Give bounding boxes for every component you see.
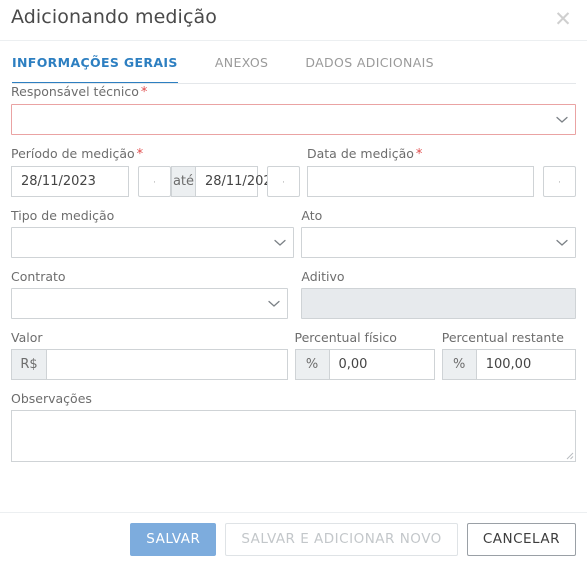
save-and-add-new-button: SALVAR E ADICIONAR NOVO (225, 522, 458, 556)
tipo-medicao-select[interactable] (11, 227, 295, 258)
row-observacoes: Observações (11, 391, 576, 462)
required-asterisk: * (136, 147, 144, 162)
valor-inputs: R$ (11, 349, 288, 380)
tipo-medicao-value[interactable] (11, 227, 295, 258)
contrato-select[interactable] (11, 288, 288, 319)
ato-label: Ato (301, 208, 323, 223)
percentual-fisico-label: Percentual físico (294, 330, 397, 345)
ato-select[interactable] (301, 227, 576, 258)
valor-group: Valor R$ (11, 330, 288, 380)
tab-informacoes-gerais[interactable]: INFORMAÇÕES GERAIS (12, 41, 178, 84)
percentual-restante-label: Percentual restante (441, 330, 564, 345)
responsavel-tecnico-select[interactable] (11, 104, 576, 135)
responsavel-tecnico-label: Responsável técnico * (11, 84, 576, 100)
data-medicao-inputs (307, 166, 576, 197)
tipo-medicao-label: Tipo de medição (11, 208, 115, 223)
periodo-medicao-group: Período de medição * 28/11/2023 até 28/11… (11, 146, 300, 197)
percentual-fisico-inputs: % 0,00 (294, 349, 435, 380)
responsavel-tecnico-value[interactable] (11, 104, 576, 135)
row-valor-percentuais: Valor R$ Percentual físico % 0,00 Percen… (11, 330, 576, 380)
row-contrato-aditivo: Contrato Aditivo (11, 269, 576, 319)
dialog-footer: SALVAR SALVAR E ADICIONAR NOVO CANCELAR (0, 512, 587, 565)
periodo-medicao-label-text: Período de medição (11, 146, 135, 161)
aditivo-group: Aditivo (301, 269, 576, 319)
data-medicao-label-text: Data de medição (307, 146, 414, 161)
percent-sign-icon: % (294, 349, 330, 380)
close-icon[interactable]: ✕ (549, 5, 577, 33)
percent-sign-icon: % (441, 349, 477, 380)
tab-dados-adicionais[interactable]: DADOS ADICIONAIS (305, 41, 434, 70)
percentual-restante-inputs: % 100,00 (441, 349, 576, 380)
data-medicao-calendar-icon[interactable] (543, 166, 576, 197)
data-medicao-group: Data de medição * (307, 146, 576, 197)
ato-value[interactable] (301, 227, 576, 258)
resize-handle-icon[interactable] (562, 448, 574, 460)
periodo-separator-label: até (171, 166, 196, 197)
valor-label: Valor (11, 330, 43, 345)
percentual-fisico-input[interactable]: 0,00 (329, 349, 435, 380)
percentual-fisico-group: Percentual físico % 0,00 (294, 330, 435, 380)
periodo-medicao-inputs: 28/11/2023 até 28/11/2023 (11, 166, 300, 197)
periodo-end-calendar-icon[interactable] (267, 166, 300, 197)
valor-currency-prefix: R$ (11, 349, 47, 380)
required-asterisk: * (415, 147, 423, 162)
percentual-restante-input[interactable]: 100,00 (476, 349, 576, 380)
cancel-button[interactable]: CANCELAR (466, 522, 576, 556)
ato-group: Ato (301, 208, 576, 258)
row-periodo-data: Período de medição * 28/11/2023 até 28/11… (11, 146, 576, 197)
data-medicao-input[interactable] (307, 166, 534, 197)
responsavel-tecnico-label-text: Responsável técnico (11, 84, 139, 99)
data-medicao-label: Data de medição * (307, 146, 576, 162)
observacoes-textarea[interactable] (11, 410, 576, 462)
required-asterisk: * (140, 85, 148, 100)
percentual-restante-group: Percentual restante % 100,00 (441, 330, 576, 380)
add-measurement-dialog: Adicionando medição ✕ INFORMAÇÕES GERAIS… (0, 0, 587, 565)
aditivo-label: Aditivo (301, 269, 345, 284)
periodo-start-calendar-icon[interactable] (138, 166, 171, 197)
contrato-group: Contrato (11, 269, 294, 319)
row-tipo-ato: Tipo de medição Ato (11, 208, 576, 258)
dialog-header: Adicionando medição ✕ (0, 0, 587, 41)
dialog-body: Responsável técnico * Período de medição *… (0, 84, 587, 462)
aditivo-input (301, 288, 576, 319)
observacoes-label: Observações (11, 391, 92, 406)
contrato-label: Contrato (11, 269, 66, 284)
periodo-end-input[interactable]: 28/11/2023 (195, 166, 280, 197)
tab-anexos[interactable]: ANEXOS (215, 41, 268, 70)
tipo-medicao-group: Tipo de medição (11, 208, 295, 258)
periodo-medicao-label: Período de medição * (11, 146, 300, 162)
contrato-value[interactable] (11, 288, 288, 319)
valor-input[interactable] (47, 349, 288, 380)
page-title: Adicionando medição (11, 6, 217, 28)
save-button[interactable]: SALVAR (130, 522, 217, 556)
tab-bar: INFORMAÇÕES GERAIS ANEXOS DADOS ADICIONA… (0, 41, 587, 84)
periodo-start-input[interactable]: 28/11/2023 (11, 166, 129, 197)
row-responsavel-tecnico: Responsável técnico * (11, 84, 576, 135)
